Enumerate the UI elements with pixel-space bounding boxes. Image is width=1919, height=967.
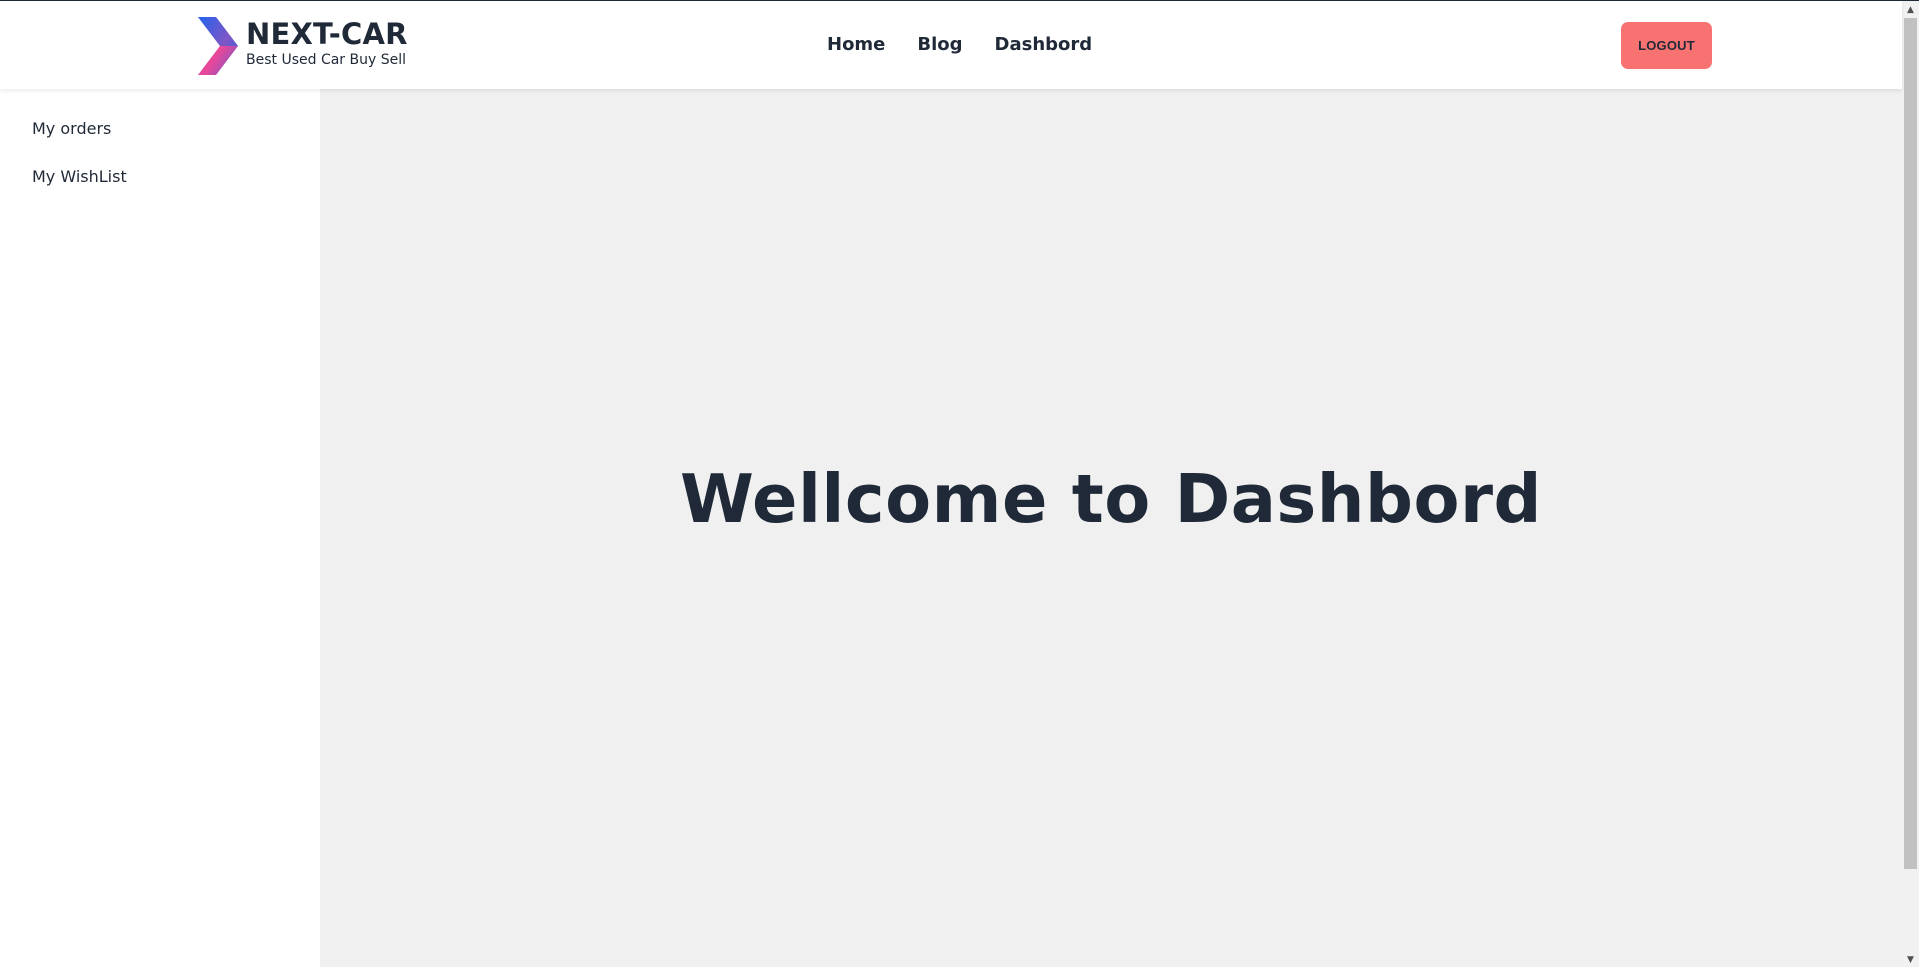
main-content: Wellcome to Dashbord: [320, 89, 1902, 967]
main-nav: Home Blog Dashbord: [827, 34, 1092, 55]
page: NEXT-CAR Best Used Car Buy Sell Home Blo…: [0, 0, 1919, 967]
nav-link-dashboard[interactable]: Dashbord: [995, 34, 1093, 55]
chevron-logo-icon: [198, 17, 238, 75]
sidebar-item-my-orders[interactable]: My orders: [32, 119, 111, 138]
scrollbar-thumb[interactable]: [1904, 18, 1917, 869]
sidebar-item-my-wishlist[interactable]: My WishList: [32, 167, 127, 186]
chevron-up-icon[interactable]: ▲: [1902, 1, 1919, 18]
logout-button[interactable]: LOGOUT: [1621, 22, 1712, 69]
chevron-down-icon[interactable]: ▼: [1902, 951, 1919, 967]
sidebar: My orders My WishList: [0, 89, 320, 967]
vertical-scrollbar[interactable]: ▲ ▼: [1902, 1, 1919, 967]
brand-name: NEXT-CAR: [246, 17, 408, 51]
brand-tagline: Best Used Car Buy Sell: [246, 52, 406, 68]
nav-link-blog[interactable]: Blog: [917, 34, 962, 55]
nav-link-home[interactable]: Home: [827, 34, 885, 55]
brand-logo[interactable]: NEXT-CAR Best Used Car Buy Sell: [198, 17, 408, 75]
top-navbar: NEXT-CAR Best Used Car Buy Sell Home Blo…: [0, 1, 1902, 89]
welcome-heading: Wellcome to Dashbord: [680, 460, 1542, 538]
